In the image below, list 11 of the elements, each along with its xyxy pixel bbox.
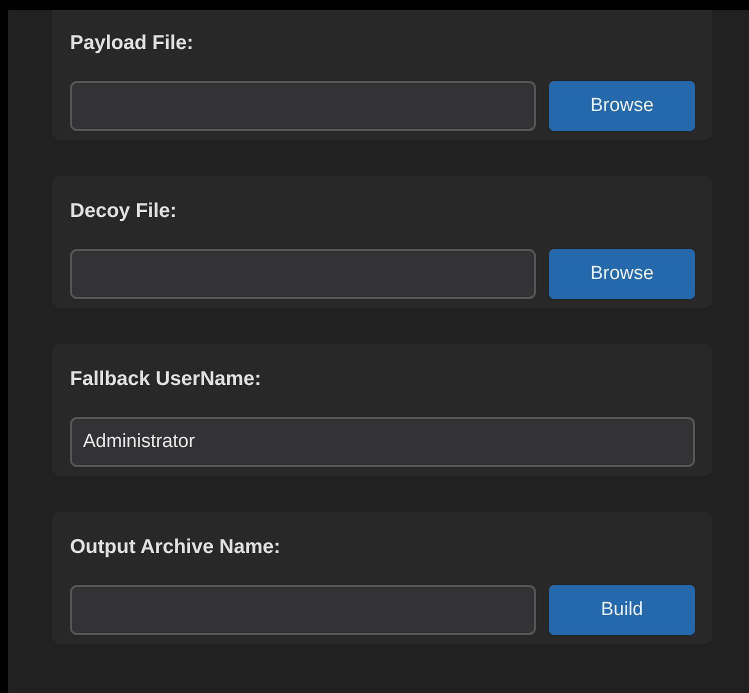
input-field[interactable]: Administrator [70,417,695,467]
input-field[interactable] [70,81,536,131]
field-label: Fallback UserName: [70,368,262,391]
browse-button[interactable]: Browse [549,249,695,299]
build-button[interactable]: Build [549,585,695,635]
field-label: Decoy File: [70,200,178,223]
browse-button[interactable]: Browse [549,81,695,131]
field-label: Payload File: [70,32,194,55]
field-label: Output Archive Name: [70,536,282,559]
input-field[interactable] [70,585,536,635]
input-field[interactable] [70,249,536,299]
